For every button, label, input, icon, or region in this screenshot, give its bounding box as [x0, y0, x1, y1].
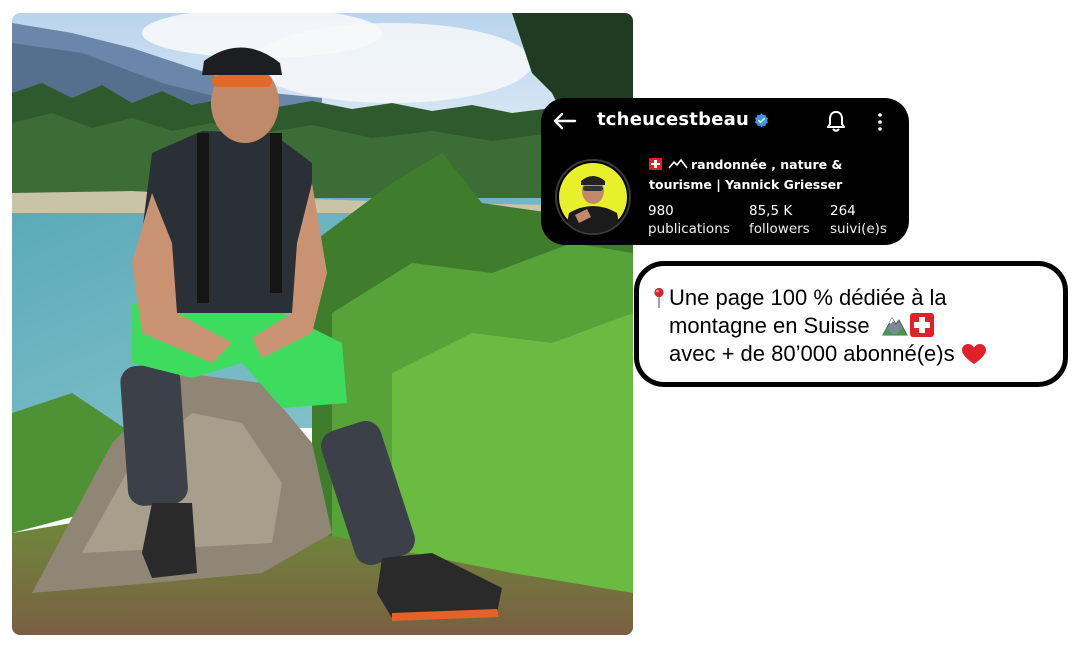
- heart-icon: [961, 344, 986, 364]
- stat-label: publications: [648, 221, 730, 237]
- verified-badge-icon: [754, 113, 769, 128]
- bio-line-1: randonnée , nature &: [691, 157, 843, 172]
- bell-icon[interactable]: [825, 109, 847, 133]
- caption-line-2: montagne en Suisse: [669, 313, 870, 338]
- swiss-flag-icon: [909, 313, 934, 337]
- profile-stats: 980 publications 85,5 K followers 264 su…: [648, 202, 908, 242]
- caption-line-3: avec + de 80’000 abonné(e)s: [669, 341, 955, 366]
- bio-line-2: tourisme | Yannick Griesser: [649, 177, 843, 192]
- profile-username[interactable]: tcheucestbeau: [597, 109, 749, 130]
- caption-line-2-wrap: montagne en Suisse: [669, 312, 934, 340]
- stat-label: followers: [749, 221, 810, 237]
- stat-value: 980: [648, 203, 674, 219]
- mountain-icon: [668, 159, 688, 169]
- more-options-icon[interactable]: [875, 111, 885, 133]
- profile-bio: randonnée , nature & tourisme | Yannick …: [649, 155, 899, 195]
- stat-followers[interactable]: 85,5 K followers: [749, 202, 810, 238]
- stat-value: 264: [830, 203, 856, 219]
- pin-icon: [654, 287, 664, 308]
- hiker-photo: [12, 13, 633, 635]
- caption-line-3-wrap: avec + de 80’000 abonné(e)s: [669, 340, 987, 368]
- stat-value: 85,5 K: [749, 203, 793, 219]
- stat-publications[interactable]: 980 publications: [648, 202, 730, 238]
- caption-line-1: Une page 100 % dédiée à la: [669, 285, 947, 310]
- stat-label: suivi(e)s: [830, 221, 887, 237]
- back-arrow-icon[interactable]: [551, 111, 577, 131]
- instagram-profile-card: tcheucestbeau randonnée , nature & touri…: [541, 98, 909, 245]
- caption-bubble: Une page 100 % dédiée à la montagne en S…: [634, 261, 1068, 387]
- profile-avatar[interactable]: [555, 159, 631, 235]
- stat-following[interactable]: 264 suivi(e)s: [830, 202, 887, 238]
- swiss-flag-icon: [649, 158, 662, 170]
- mountain-icon: [881, 317, 908, 336]
